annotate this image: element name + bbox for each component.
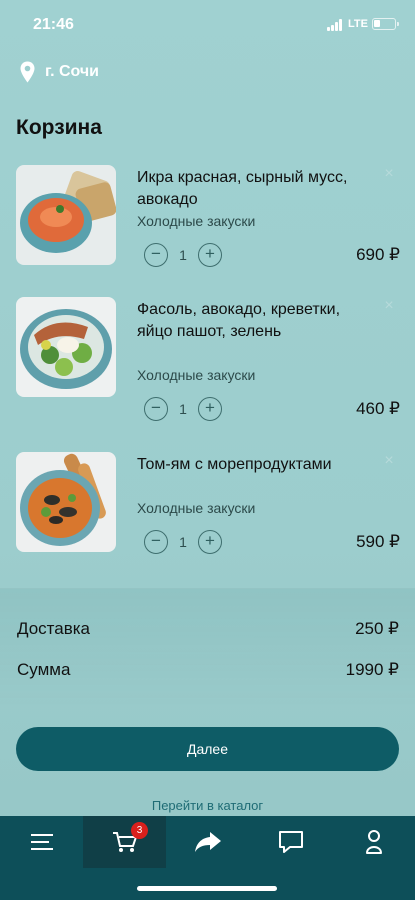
tab-profile[interactable] (332, 816, 415, 868)
item-price: 460 ₽ (356, 399, 400, 418)
decrease-button[interactable]: − (144, 530, 168, 554)
sum-value: 1990 ₽ (345, 660, 399, 679)
quantity-value: 1 (179, 534, 187, 550)
page-title: Корзина (16, 116, 102, 139)
quantity-stepper: − 1 + (144, 530, 222, 554)
quantity-value: 1 (179, 247, 187, 263)
catalog-link[interactable]: Перейти в каталог (0, 798, 415, 813)
location-pin-icon (20, 61, 35, 83)
decrease-button[interactable]: − (144, 397, 168, 421)
home-indicator (137, 886, 277, 891)
dish-photo (16, 165, 116, 265)
cart-badge: 3 (131, 822, 148, 839)
close-icon[interactable]: × (382, 453, 396, 469)
quantity-stepper: − 1 + (144, 243, 222, 267)
tab-cart[interactable]: 3 (83, 816, 166, 868)
cart-item: Том-ям с морепродуктами × Холодные закус… (16, 452, 400, 562)
status-time: 21:46 (33, 16, 74, 33)
profile-icon (365, 830, 382, 854)
cart-item: Икра красная, сырный мусс, авокадо close… (16, 165, 400, 275)
increase-button[interactable]: + (198, 397, 222, 421)
sum-label: Сумма (17, 660, 71, 679)
tab-chat[interactable] (249, 816, 332, 868)
tab-menu[interactable] (0, 816, 83, 868)
item-price: 590 ₽ (356, 532, 400, 551)
increase-button[interactable]: + (198, 530, 222, 554)
dish-photo (16, 297, 116, 397)
close-icon[interactable]: × (382, 166, 396, 182)
item-category: Холодные закуски (137, 367, 256, 383)
item-name: Икра красная, сырный мусс, авокадо (137, 169, 348, 208)
city-selector[interactable]: г. Сочи (20, 60, 99, 84)
quantity-value: 1 (179, 401, 187, 417)
close-icon[interactable]: × (382, 298, 396, 314)
battery-icon (372, 18, 399, 30)
item-category: Холодные закуски (137, 500, 256, 516)
item-category: Холодные закуски (137, 213, 256, 229)
delivery-label: Доставка (17, 619, 91, 638)
quantity-stepper: − 1 + (144, 397, 222, 421)
tab-share[interactable] (166, 816, 249, 868)
delivery-value: 250 ₽ (355, 619, 399, 638)
share-icon (194, 832, 221, 852)
delivery-row: Доставка 250 ₽ (17, 619, 399, 639)
status-bar: 21:46 LTE (0, 0, 415, 48)
signal-icon (327, 19, 345, 31)
order-totals: Доставка 250 ₽ Сумма 1990 ₽ (0, 588, 415, 708)
cart-item: Фасоль, авокадо, креветки, яйцо пашот, з… (16, 297, 400, 421)
increase-button[interactable]: + (198, 243, 222, 267)
chat-icon (278, 831, 303, 853)
item-price: 690 ₽ (356, 245, 400, 264)
menu-icon (30, 834, 53, 850)
item-name: Фасоль, авокадо, креветки, яйцо пашот, з… (137, 301, 341, 340)
dish-photo (16, 452, 116, 552)
sum-row: Сумма 1990 ₽ (17, 660, 399, 680)
network-label: LTE (348, 18, 368, 30)
city-label: г. Сочи (45, 63, 100, 80)
decrease-button[interactable]: − (144, 243, 168, 267)
item-name: Том-ям с морепродуктами (137, 456, 332, 473)
cart-screen: 21:46 LTE г. Сочи Корзина Икра красная, … (0, 0, 415, 900)
next-button[interactable]: Далее (16, 727, 399, 771)
